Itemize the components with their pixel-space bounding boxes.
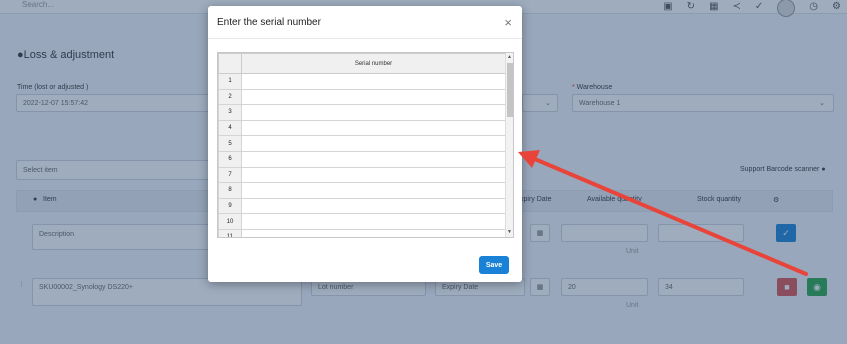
row-number: 3 bbox=[218, 104, 242, 121]
serial-number-cell[interactable] bbox=[241, 228, 506, 237]
row-number: 6 bbox=[218, 150, 242, 168]
row-number: 9 bbox=[218, 197, 242, 215]
row-number: 2 bbox=[218, 88, 242, 106]
serial-number-cell[interactable] bbox=[241, 73, 506, 90]
scroll-thumb[interactable] bbox=[507, 63, 513, 117]
serial-number-cell[interactable] bbox=[241, 182, 506, 199]
modal-divider bbox=[208, 38, 522, 39]
grid-scrollbar[interactable]: ▲ ▼ bbox=[505, 53, 513, 237]
table-row: 7 bbox=[218, 166, 506, 184]
row-number: 11 bbox=[218, 228, 242, 237]
serial-number-cell[interactable] bbox=[241, 104, 506, 121]
serial-number-cell[interactable] bbox=[241, 150, 506, 168]
table-row: 8 bbox=[218, 182, 506, 199]
serial-number-cell[interactable] bbox=[241, 213, 506, 230]
table-row: 3 bbox=[218, 104, 506, 121]
row-number: 1 bbox=[218, 73, 242, 90]
scroll-down-icon[interactable]: ▼ bbox=[507, 229, 512, 235]
table-row: 9 bbox=[218, 197, 506, 215]
serial-number-grid: Serial number 1 2 3 4 5 6 7 8 9 10 11 ▲ ▼ bbox=[217, 52, 514, 238]
table-row: 2 bbox=[218, 88, 506, 106]
scroll-up-icon[interactable]: ▲ bbox=[507, 54, 512, 60]
table-row: 6 bbox=[218, 150, 506, 168]
table-row: 11 bbox=[218, 228, 506, 237]
save-button[interactable]: Save bbox=[479, 256, 509, 274]
table-row: 5 bbox=[218, 135, 506, 152]
serial-number-modal: Enter the serial number × Serial number … bbox=[208, 6, 522, 282]
close-icon[interactable]: × bbox=[504, 15, 512, 30]
table-row: 4 bbox=[218, 119, 506, 137]
row-number: 7 bbox=[218, 166, 242, 184]
row-number: 10 bbox=[218, 213, 242, 230]
serial-number-cell[interactable] bbox=[241, 197, 506, 215]
modal-title: Enter the serial number bbox=[217, 17, 321, 28]
row-number: 5 bbox=[218, 135, 242, 152]
serial-number-header: Serial number bbox=[241, 53, 506, 74]
serial-number-cell[interactable] bbox=[241, 88, 506, 106]
serial-number-cell[interactable] bbox=[241, 119, 506, 137]
serial-number-cell[interactable] bbox=[241, 135, 506, 152]
table-row: 1 bbox=[218, 73, 506, 90]
table-row: 10 bbox=[218, 213, 506, 230]
row-number: 4 bbox=[218, 119, 242, 137]
serial-number-cell[interactable] bbox=[241, 166, 506, 184]
row-number: 8 bbox=[218, 182, 242, 199]
corner-cell bbox=[218, 53, 242, 74]
